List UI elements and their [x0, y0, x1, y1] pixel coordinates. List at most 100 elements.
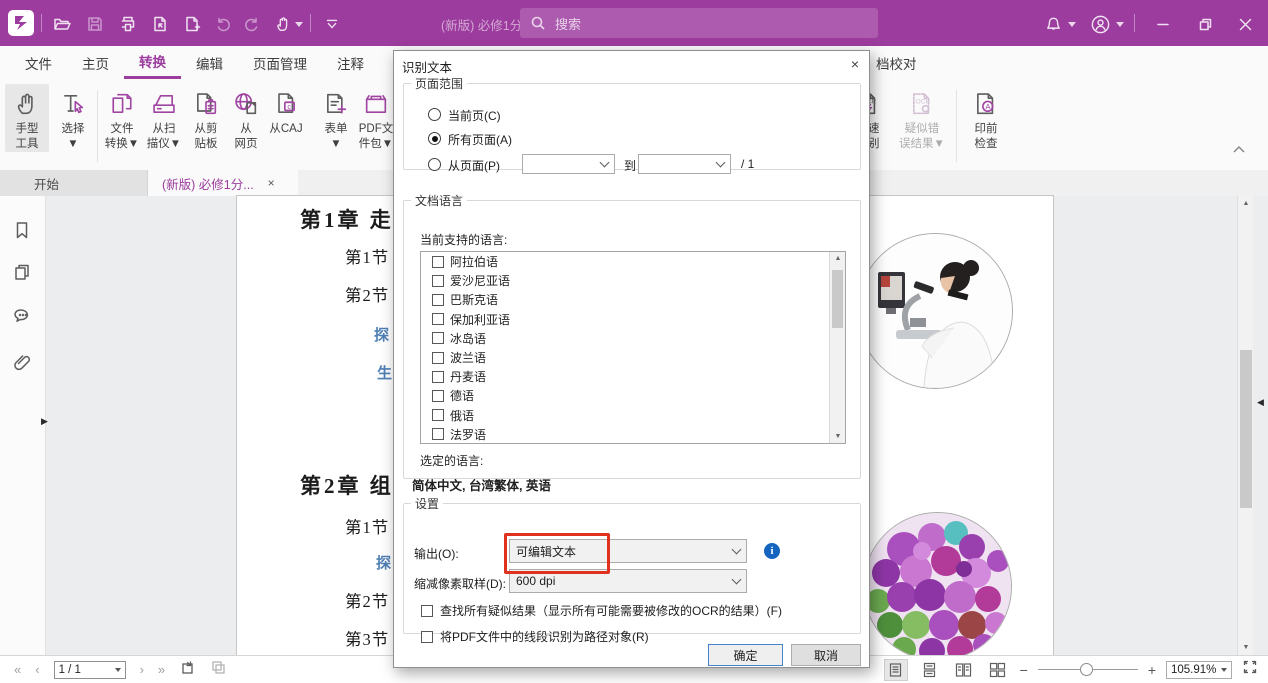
zoom-slider[interactable]: [1038, 663, 1138, 677]
radio-current-page[interactable]: [428, 108, 441, 121]
ok-button[interactable]: 确定: [708, 644, 783, 666]
select-tool-button[interactable]: 选择▼: [51, 84, 95, 152]
tab-file[interactable]: 文件: [10, 46, 67, 79]
to-page-select[interactable]: [638, 154, 731, 174]
from-page-select[interactable]: [522, 154, 615, 174]
checkbox[interactable]: [421, 605, 433, 617]
continuous-view-icon[interactable]: [918, 659, 942, 681]
checkbox[interactable]: [432, 332, 444, 344]
language-option[interactable]: 丹麦语: [421, 367, 845, 386]
save-icon[interactable]: [83, 12, 107, 36]
last-page-icon[interactable]: »: [158, 663, 165, 676]
scrollbar-thumb[interactable]: [832, 270, 843, 328]
language-option[interactable]: 俄语: [421, 406, 845, 425]
radio-from-pages[interactable]: [428, 158, 441, 171]
tab-edit[interactable]: 编辑: [181, 46, 238, 79]
undo-icon[interactable]: [211, 12, 235, 36]
redo-icon[interactable]: [240, 12, 264, 36]
add-page-icon[interactable]: [180, 12, 204, 36]
checkbox[interactable]: [432, 313, 444, 325]
checkbox[interactable]: [432, 371, 444, 383]
scroll-down-icon[interactable]: ▼: [1238, 644, 1254, 651]
zoom-out-icon[interactable]: −: [1020, 663, 1028, 677]
tab-comment[interactable]: 注释: [322, 46, 379, 79]
info-icon[interactable]: i: [764, 543, 780, 559]
facing-continuous-view-icon[interactable]: [986, 659, 1010, 681]
checkbox[interactable]: [432, 409, 444, 421]
facing-view-icon[interactable]: [952, 659, 976, 681]
prev-page-icon[interactable]: ‹: [35, 663, 39, 676]
checkbox[interactable]: [432, 428, 444, 440]
zoom-dropdown-caret[interactable]: [1221, 668, 1227, 672]
tab-active-document[interactable]: (新版) 必修1分... ×: [148, 170, 298, 196]
pdf-portfolio-button[interactable]: PDF文件包▼: [354, 84, 398, 152]
close-icon[interactable]: [1230, 12, 1260, 36]
comments-icon[interactable]: [12, 306, 32, 326]
checkbox[interactable]: [421, 631, 433, 643]
first-page-icon[interactable]: «: [14, 663, 21, 676]
preflight-button[interactable]: A 印前检查: [964, 84, 1008, 152]
open-folder-icon[interactable]: [50, 12, 74, 36]
fullscreen-icon[interactable]: [1242, 659, 1258, 680]
minimize-icon[interactable]: [1148, 12, 1178, 36]
from-scanner-button[interactable]: 从扫描仪▼: [142, 84, 186, 152]
dialog-close-icon[interactable]: ×: [844, 54, 866, 74]
hand-quick-icon[interactable]: [272, 12, 304, 36]
print-icon[interactable]: [116, 12, 140, 36]
tab-convert[interactable]: 转换: [124, 46, 181, 79]
bookmark-icon[interactable]: [12, 220, 32, 240]
tab-page-management[interactable]: 页面管理: [238, 46, 322, 79]
language-option[interactable]: 波兰语: [421, 348, 845, 367]
language-option[interactable]: 巴斯克语: [421, 290, 845, 309]
zoom-in-icon[interactable]: +: [1148, 663, 1156, 677]
cancel-button[interactable]: 取消: [791, 644, 861, 666]
form-button[interactable]: 表单▼: [314, 84, 358, 152]
restore-icon[interactable]: [1190, 12, 1220, 36]
fit-width-icon[interactable]: [210, 659, 227, 681]
tab-start-page[interactable]: 开始: [0, 170, 148, 196]
scrollbar-thumb[interactable]: [1240, 350, 1252, 508]
checkbox[interactable]: [432, 390, 444, 402]
scroll-up-icon[interactable]: ▲: [1238, 200, 1254, 207]
language-option[interactable]: 爱沙尼亚语: [421, 271, 845, 290]
language-option[interactable]: 德语: [421, 386, 845, 405]
account-icon[interactable]: [1088, 12, 1112, 36]
pages-icon[interactable]: [12, 262, 32, 282]
page-dropdown-caret[interactable]: [115, 668, 121, 672]
find-suspects-option[interactable]: 查找所有疑似结果（显示所有可能需要被修改的OCR的结果）(F): [414, 602, 782, 619]
from-clipboard-button[interactable]: 从剪贴板: [184, 84, 228, 152]
scroll-down-icon[interactable]: ▼: [830, 433, 846, 440]
vertical-scrollbar[interactable]: ▲ ▼: [1237, 196, 1253, 655]
output-select[interactable]: 可编辑文本: [509, 539, 747, 563]
bell-icon[interactable]: [1041, 12, 1065, 36]
language-option[interactable]: 保加利亚语: [421, 310, 845, 329]
tab-home[interactable]: 主页: [67, 46, 124, 79]
recognize-paths-option[interactable]: 将PDF文件中的线段识别为路径对象(R): [414, 628, 649, 645]
language-option[interactable]: 阿拉伯语: [421, 252, 845, 271]
attachment-icon[interactable]: [12, 352, 32, 372]
search-input[interactable]: 搜索: [520, 8, 878, 38]
checkbox[interactable]: [432, 294, 444, 306]
export-page-icon[interactable]: [148, 12, 172, 36]
checkbox[interactable]: [432, 256, 444, 268]
downsample-select[interactable]: 600 dpi: [509, 569, 747, 593]
app-logo[interactable]: [8, 10, 34, 36]
right-panel-collapse-icon[interactable]: ◀: [1257, 398, 1264, 407]
checkbox[interactable]: [432, 352, 444, 364]
tab-proofread-partial[interactable]: 档校对: [876, 46, 917, 79]
chevron-down-icon[interactable]: [320, 12, 344, 36]
fit-page-icon[interactable]: [179, 659, 196, 681]
single-page-view-icon[interactable]: [884, 659, 908, 681]
suspect-results-button[interactable]: OCR 疑似错误结果▼: [896, 84, 948, 152]
file-convert-button[interactable]: 文件转换▼: [100, 84, 144, 152]
left-panel-expand-icon[interactable]: ▶: [41, 417, 48, 426]
language-option[interactable]: 法罗语: [421, 425, 845, 444]
language-listbox[interactable]: 阿拉伯语 爱沙尼亚语 巴斯克语 保加利亚语 冰岛语 波兰语 丹麦语 德语 俄语 …: [420, 251, 846, 444]
scroll-up-icon[interactable]: ▲: [830, 255, 846, 262]
page-number-input[interactable]: 1 / 1: [54, 661, 126, 679]
tab-close-icon[interactable]: ×: [268, 176, 275, 190]
listbox-scrollbar[interactable]: ▲ ▼: [829, 252, 845, 443]
next-page-icon[interactable]: ›: [140, 663, 144, 676]
bell-caret[interactable]: [1066, 12, 1078, 36]
account-caret[interactable]: [1114, 12, 1126, 36]
